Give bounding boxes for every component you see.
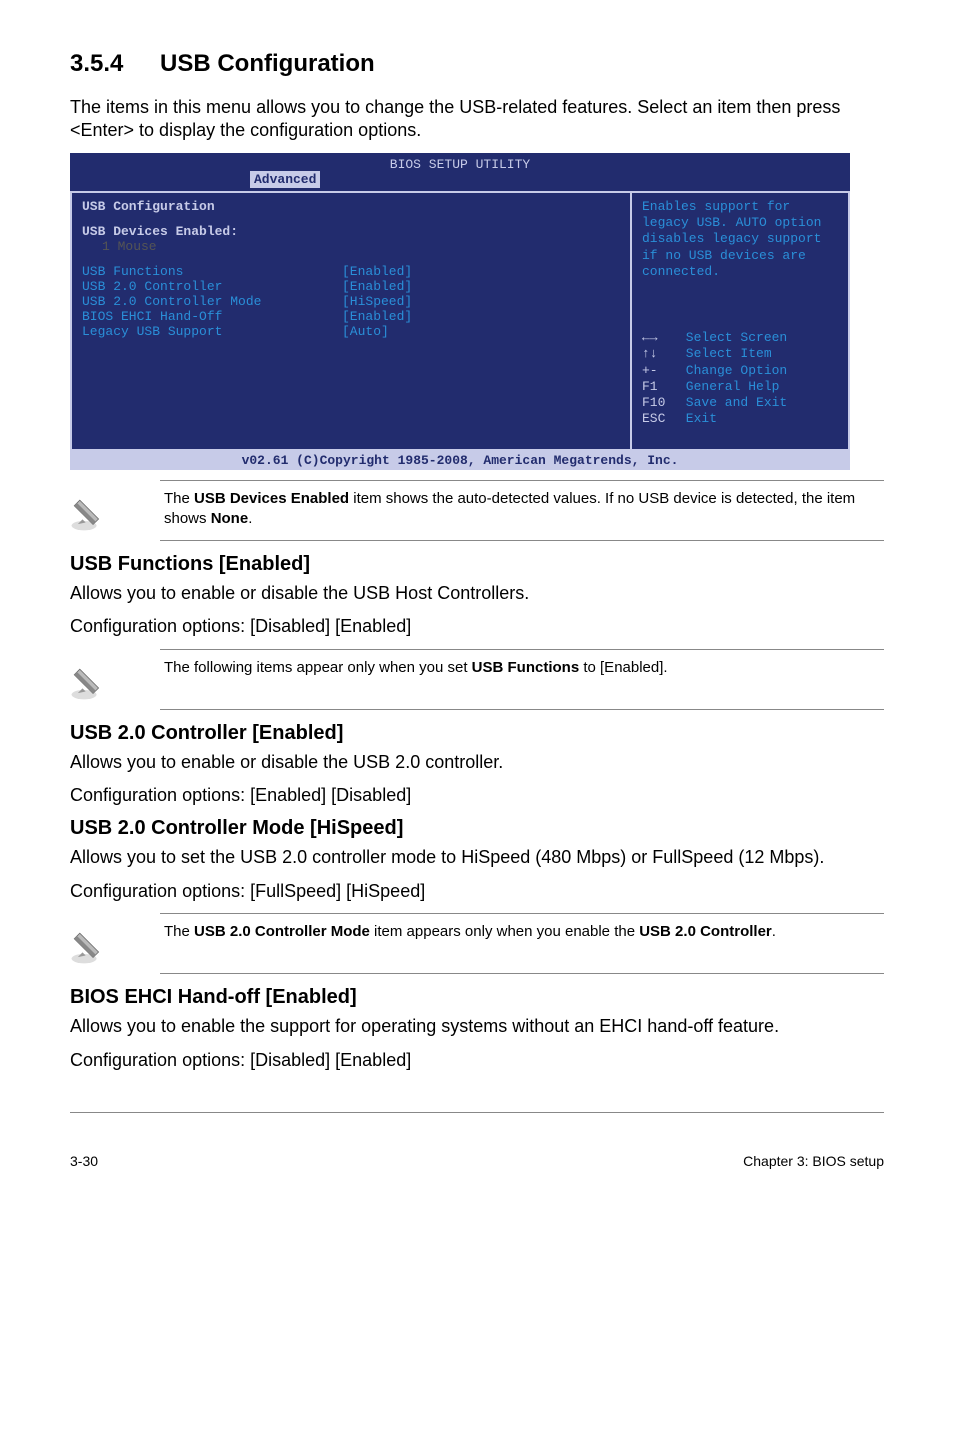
bios-setting-label: USB Functions bbox=[82, 264, 342, 279]
pencil-icon bbox=[70, 918, 120, 968]
bios-footer: v02.61 (C)Copyright 1985-2008, American … bbox=[70, 451, 850, 470]
bios-nav-key: ←→ bbox=[642, 330, 678, 346]
bios-nav-row: ↑↓ Select Item bbox=[642, 346, 838, 362]
body-text: Allows you to enable the support for ope… bbox=[70, 1015, 884, 1038]
body-text: Configuration options: [FullSpeed] [HiSp… bbox=[70, 880, 884, 903]
bios-panel-header: USB Configuration bbox=[82, 199, 620, 214]
page-footer: 3-30 Chapter 3: BIOS setup bbox=[0, 1113, 954, 1189]
bios-setting-row: USB 2.0 Controller Mode[HiSpeed] bbox=[82, 294, 620, 309]
note-text: The USB Devices Enabled item shows the a… bbox=[160, 481, 884, 538]
footer-chapter: Chapter 3: BIOS setup bbox=[743, 1153, 884, 1169]
body-text: Allows you to enable or disable the USB … bbox=[70, 751, 884, 774]
bios-setting-value: [HiSpeed] bbox=[342, 294, 412, 309]
note-text: The following items appear only when you… bbox=[160, 650, 884, 686]
bios-nav-row: ←→ Select Screen bbox=[642, 330, 838, 346]
subsection-heading: USB 2.0 Controller [Enabled] bbox=[70, 722, 884, 745]
bios-setting-label: USB 2.0 Controller Mode bbox=[82, 294, 342, 309]
bios-nav-key: +- bbox=[642, 363, 678, 379]
bios-setting-value: [Enabled] bbox=[342, 264, 412, 279]
body-text: Configuration options: [Enabled] [Disabl… bbox=[70, 784, 884, 807]
bios-devices-value: 1 Mouse bbox=[82, 239, 620, 254]
section-heading: 3.5.4USB Configuration bbox=[70, 50, 884, 78]
bios-setting-value: [Enabled] bbox=[342, 309, 412, 324]
body-text: Configuration options: [Disabled] [Enabl… bbox=[70, 615, 884, 638]
bios-setting-label: Legacy USB Support bbox=[82, 324, 342, 339]
bios-setting-row: USB 2.0 Controller[Enabled] bbox=[82, 279, 620, 294]
bios-setting-row: BIOS EHCI Hand-Off[Enabled] bbox=[82, 309, 620, 324]
bios-nav-label: Exit bbox=[678, 411, 717, 426]
bios-left-panel: USB Configuration USB Devices Enabled: 1… bbox=[70, 191, 630, 451]
bios-devices-label: USB Devices Enabled: bbox=[82, 224, 620, 239]
body-text: Configuration options: [Disabled] [Enabl… bbox=[70, 1049, 884, 1072]
bios-tabs: Advanced bbox=[70, 172, 850, 191]
bios-nav-row: +- Change Option bbox=[642, 363, 838, 379]
bios-setting-label: BIOS EHCI Hand-Off bbox=[82, 309, 342, 324]
bios-nav-key: F10 bbox=[642, 395, 678, 411]
subsection-heading: USB 2.0 Controller Mode [HiSpeed] bbox=[70, 817, 884, 840]
bios-setting-label: USB 2.0 Controller bbox=[82, 279, 342, 294]
bios-help-text: Enables support for legacy USB. AUTO opt… bbox=[642, 199, 838, 280]
bios-setting-value: [Auto] bbox=[342, 324, 389, 339]
bios-setting-value: [Enabled] bbox=[342, 279, 412, 294]
note-box: The USB 2.0 Controller Mode item appears… bbox=[70, 913, 884, 974]
bios-nav-label: General Help bbox=[678, 379, 779, 394]
bios-screenshot: BIOS SETUP UTILITY Advanced USB Configur… bbox=[70, 153, 850, 470]
bios-nav: ←→ Select Screen↑↓ Select Item+- Change … bbox=[642, 330, 838, 428]
bios-nav-label: Select Item bbox=[678, 346, 772, 361]
section-number: 3.5.4 bbox=[70, 50, 160, 78]
bios-nav-label: Save and Exit bbox=[678, 395, 787, 410]
bios-nav-row: ESC Exit bbox=[642, 411, 838, 427]
note-box: The USB Devices Enabled item shows the a… bbox=[70, 480, 884, 541]
bios-title: BIOS SETUP UTILITY bbox=[70, 153, 850, 172]
bios-active-tab: Advanced bbox=[250, 171, 320, 188]
footer-page: 3-30 bbox=[70, 1153, 98, 1169]
bios-nav-row: F10 Save and Exit bbox=[642, 395, 838, 411]
body-text: Allows you to set the USB 2.0 controller… bbox=[70, 846, 884, 869]
pencil-icon bbox=[70, 485, 120, 535]
intro-text: The items in this menu allows you to cha… bbox=[70, 96, 884, 143]
note-text: The USB 2.0 Controller Mode item appears… bbox=[160, 914, 884, 950]
body-text: Allows you to enable or disable the USB … bbox=[70, 582, 884, 605]
pencil-icon bbox=[70, 654, 120, 704]
bios-nav-key: F1 bbox=[642, 379, 678, 395]
section-title: USB Configuration bbox=[160, 50, 375, 77]
subsection-heading: USB Functions [Enabled] bbox=[70, 553, 884, 576]
subsection-heading: BIOS EHCI Hand-off [Enabled] bbox=[70, 986, 884, 1009]
bios-nav-label: Change Option bbox=[678, 363, 787, 378]
bios-nav-row: F1 General Help bbox=[642, 379, 838, 395]
bios-nav-key: ↑↓ bbox=[642, 346, 678, 362]
bios-setting-row: USB Functions[Enabled] bbox=[82, 264, 620, 279]
bios-right-panel: Enables support for legacy USB. AUTO opt… bbox=[630, 191, 850, 451]
bios-setting-row: Legacy USB Support[Auto] bbox=[82, 324, 620, 339]
bios-nav-label: Select Screen bbox=[678, 330, 787, 345]
bios-nav-key: ESC bbox=[642, 411, 678, 427]
note-box: The following items appear only when you… bbox=[70, 649, 884, 710]
